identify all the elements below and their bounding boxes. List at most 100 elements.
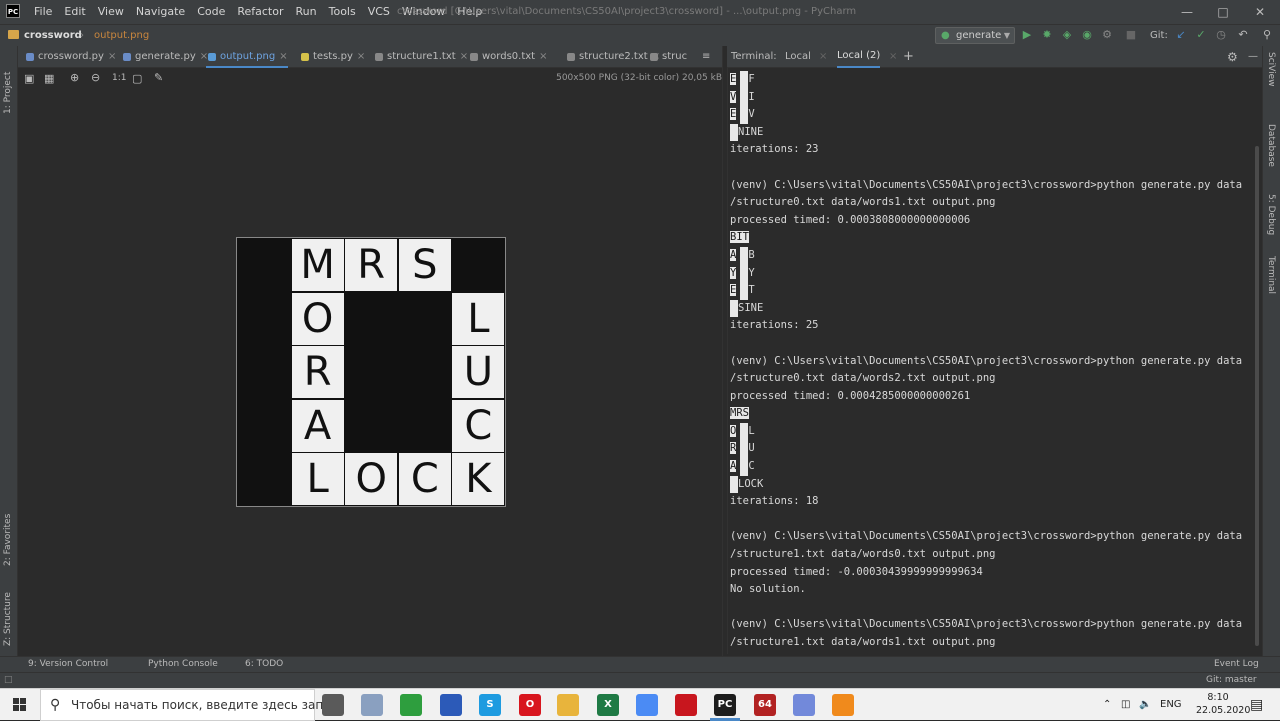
editor-tab[interactable]: structure1.txt × (373, 46, 468, 68)
add-tab-icon[interactable]: + (903, 46, 914, 68)
terminal-tab-local-2[interactable]: Local (2) (837, 46, 881, 68)
run-config-dropdown[interactable]: ● generate ▼ (935, 27, 1015, 44)
close-icon[interactable]: × (819, 46, 827, 68)
run-icon[interactable]: ▶ (1020, 28, 1034, 42)
database-tool-tab[interactable]: Database (1266, 124, 1276, 174)
photos-icon[interactable] (361, 694, 383, 716)
menu-item-tools[interactable]: Tools (323, 0, 362, 24)
terminal-scrollbar[interactable] (1255, 146, 1259, 646)
stop-icon[interactable]: ■ (1124, 28, 1138, 42)
menu-item-run[interactable]: Run (290, 0, 323, 24)
layout-icon[interactable]: □ (4, 673, 13, 688)
terminal-tool-tab[interactable]: Terminal (1266, 256, 1276, 306)
menu-item-file[interactable]: File (28, 0, 58, 24)
rollback-icon[interactable]: ↶ (1236, 28, 1250, 42)
acrobat-icon[interactable] (675, 694, 697, 716)
search-icon[interactable]: ⚲ (1260, 28, 1274, 42)
crossword-cell: U (452, 346, 505, 399)
breadcrumb-file[interactable]: output.png (94, 25, 149, 46)
close-tab-icon[interactable]: × (108, 51, 116, 62)
menu-item-refactor[interactable]: Refactor (231, 0, 289, 24)
zoom-in-icon[interactable]: ⊕ (70, 71, 79, 84)
windows-start-icon[interactable] (0, 689, 40, 721)
left-tool-strip: 1: Project 2: Favorites Z: Structure (0, 46, 18, 656)
vlc-icon[interactable] (832, 694, 854, 716)
git-branch[interactable]: Git: master (1206, 673, 1257, 688)
color-picker-icon[interactable]: ✎ (154, 71, 163, 84)
terminal-block (730, 299, 738, 318)
close-tab-icon[interactable]: × (279, 51, 287, 62)
vcs-update-icon[interactable]: ↙ (1174, 28, 1188, 42)
vcs-commit-icon[interactable]: ✓ (1194, 28, 1208, 42)
editor-tab[interactable]: generate.py × (121, 46, 208, 68)
breadcrumb-project[interactable]: crossword (24, 25, 82, 46)
editor-tab[interactable]: output.png × (206, 46, 288, 68)
save-icon[interactable] (440, 694, 462, 716)
maximize-icon[interactable]: □ (1206, 0, 1240, 24)
upwork-icon[interactable] (400, 694, 422, 716)
debug-tool-tab[interactable]: 5: Debug (1266, 194, 1276, 244)
favorites-tool-tab[interactable]: 2: Favorites (3, 506, 13, 566)
excel-icon[interactable]: X (597, 694, 619, 716)
coverage-icon[interactable]: ◈ (1060, 28, 1074, 42)
volume-icon[interactable]: 🔈 (1139, 689, 1151, 721)
fit-icon[interactable]: ▣ (24, 72, 34, 85)
minimize-icon[interactable]: — (1170, 0, 1204, 24)
profile-icon[interactable]: ◉ (1080, 28, 1094, 42)
chrome-icon[interactable] (636, 694, 658, 716)
close-tab-icon[interactable]: × (357, 51, 365, 62)
grid-icon[interactable]: ▦ (44, 72, 54, 85)
file-type-icon (470, 53, 478, 61)
clock[interactable]: 8:10 22.05.2020 (1196, 691, 1250, 719)
search-icon: ⚲ (50, 697, 61, 713)
editor-tab[interactable]: words0.txt × (468, 46, 547, 68)
menu-item-navigate[interactable]: Navigate (130, 0, 191, 24)
network-icon[interactable]: ◫ (1121, 689, 1130, 721)
history-icon[interactable]: ◷ (1214, 28, 1228, 42)
editor-tab[interactable]: crossword.py × (24, 46, 116, 68)
close-icon[interactable]: × (889, 46, 897, 68)
chevron-up-icon[interactable]: ⌃ (1103, 689, 1111, 721)
notifications-icon[interactable]: ▤ (1250, 689, 1263, 721)
close-icon[interactable]: ✕ (1243, 0, 1277, 24)
todo-tab[interactable]: 6: TODO (245, 657, 283, 672)
build-icon[interactable]: ⚙ (1100, 28, 1114, 42)
menu-item-view[interactable]: View (92, 0, 130, 24)
debug-icon[interactable]: ✸ (1040, 28, 1054, 42)
structure-tool-tab[interactable]: Z: Structure (3, 586, 13, 646)
sciview-tool-tab[interactable]: SciView (1266, 52, 1276, 102)
zoom-out-icon[interactable]: ⊖ (91, 71, 100, 84)
editor-tab[interactable]: tests.py × (299, 46, 365, 68)
editor-tab[interactable]: struc (648, 46, 687, 68)
close-tab-icon[interactable]: × (539, 51, 547, 62)
discord-icon[interactable] (793, 694, 815, 716)
right-tool-strip: SciView Database 5: Debug Terminal (1262, 46, 1280, 656)
version-control-tab[interactable]: 9: Version Control (28, 657, 108, 672)
menu-item-code[interactable]: Code (191, 0, 231, 24)
opera-icon[interactable]: O (519, 694, 541, 716)
settings-icon[interactable]: ⚙ (1227, 46, 1238, 68)
menu-item-vcs[interactable]: VCS (362, 0, 396, 24)
fit-zoom-icon[interactable]: ▢ (132, 72, 142, 85)
language-indicator[interactable]: ENG (1160, 689, 1182, 721)
terminal-output[interactable]: E FV IE V NINE iterations: 23 (venv) C:\Us… (727, 68, 1262, 654)
explorer-icon[interactable] (557, 694, 579, 716)
taskbar-search-input[interactable]: ⚲ Чтобы начать поиск, введите здесь запр… (40, 689, 345, 721)
project-tool-tab[interactable]: 1: Project (3, 54, 13, 114)
task-view-icon[interactable] (322, 694, 344, 716)
close-tab-icon[interactable]: × (460, 51, 468, 62)
python-console-tab[interactable]: Python Console (148, 657, 218, 672)
terminal-line: E T (730, 282, 1262, 300)
terminal-tab-local[interactable]: Local (785, 46, 811, 68)
pycharm-logo[interactable]: PC (6, 4, 20, 18)
menu-item-edit[interactable]: Edit (58, 0, 91, 24)
skype-icon[interactable]: S (479, 694, 501, 716)
hide-icon[interactable]: — (1248, 46, 1258, 68)
pycharm-icon[interactable]: PC (714, 694, 736, 716)
tab-overflow-icon[interactable]: ≡ (702, 46, 710, 68)
editor-tab[interactable]: structure2.txt× (565, 46, 660, 68)
actual-size-button[interactable]: 1:1 (112, 73, 126, 83)
app-64-icon[interactable]: 64 (754, 694, 776, 716)
event-log-tab[interactable]: Event Log (1214, 657, 1259, 672)
